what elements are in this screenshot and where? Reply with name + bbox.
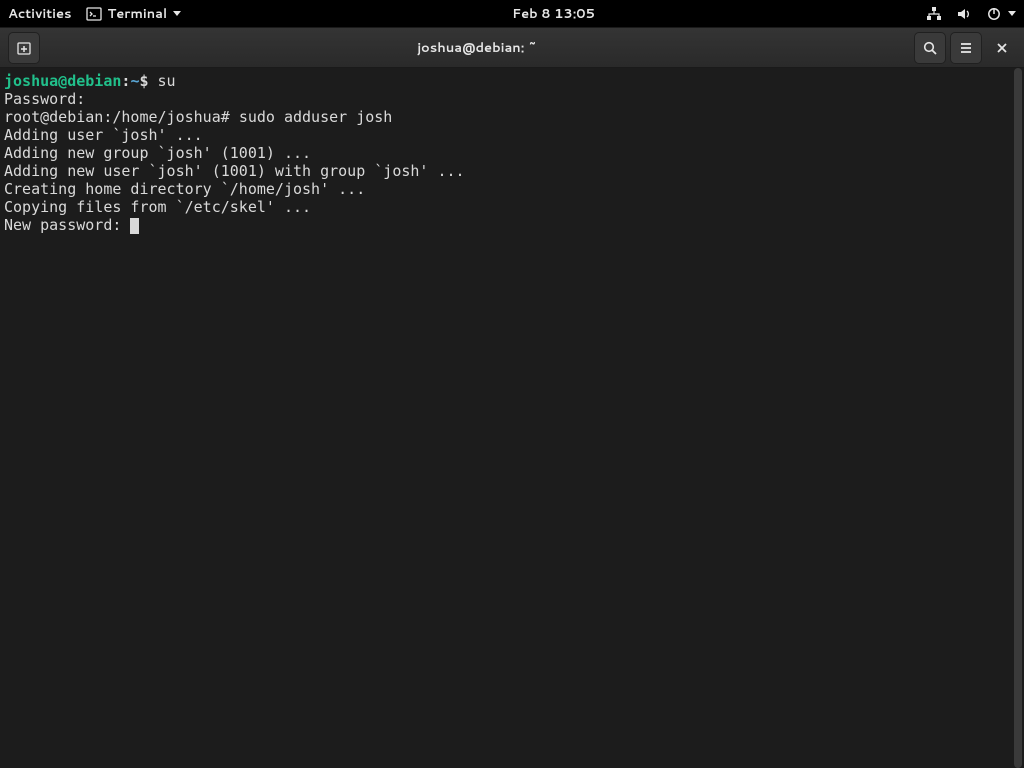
window-header-bar: joshua@debian: ~ [0, 27, 1024, 68]
activities-label: Activities [8, 5, 72, 23]
app-menu[interactable]: Terminal [86, 5, 182, 23]
output-line: Adding new user `josh' (1001) with group… [4, 162, 465, 180]
search-button[interactable] [914, 32, 946, 64]
new-tab-icon [16, 40, 32, 56]
output-password: Password: [4, 90, 85, 108]
power-icon [986, 6, 1002, 22]
clock-label: Feb 8 13:05 [512, 5, 595, 23]
command-2: sudo adduser josh [239, 108, 393, 126]
prompt-dollar: $ [139, 72, 157, 90]
terminal-cursor [130, 218, 139, 234]
scrollbar-thumb[interactable] [1014, 68, 1022, 768]
hamburger-icon [958, 40, 974, 56]
command-1: su [158, 72, 176, 90]
prompt-user: joshua@debian [4, 72, 121, 90]
volume-icon[interactable] [956, 6, 972, 22]
scrollbar[interactable] [1012, 68, 1024, 768]
terminal-text[interactable]: joshua@debian:~$ su Password: root@debia… [0, 68, 1012, 768]
hamburger-menu-button[interactable] [950, 32, 982, 64]
gnome-top-bar: Activities Terminal Feb 8 13:05 [0, 0, 1024, 27]
output-line: Adding user `josh' ... [4, 126, 203, 144]
root-prompt: root@debian:/home/joshua# [4, 108, 239, 126]
chevron-down-icon [173, 11, 181, 16]
app-menu-label: Terminal [108, 5, 168, 23]
new-tab-button[interactable] [8, 32, 40, 64]
output-line: Adding new group `josh' (1001) ... [4, 144, 311, 162]
chevron-down-icon [1008, 11, 1016, 16]
window-close-button[interactable] [986, 32, 1018, 64]
system-menu[interactable] [986, 6, 1016, 22]
terminal-viewport[interactable]: joshua@debian:~$ su Password: root@debia… [0, 68, 1024, 768]
search-icon [922, 40, 938, 56]
output-line: Copying files from `/etc/skel' ... [4, 198, 311, 216]
clock[interactable]: Feb 8 13:05 [512, 5, 595, 23]
output-newpass: New password: [4, 216, 130, 234]
activities-button[interactable]: Activities [8, 5, 72, 23]
output-line: Creating home directory `/home/josh' ... [4, 180, 365, 198]
window-title: joshua@debian: ~ [42, 39, 912, 57]
close-icon [995, 41, 1009, 55]
terminal-app-icon [86, 6, 102, 22]
network-status-icon[interactable] [926, 6, 942, 22]
